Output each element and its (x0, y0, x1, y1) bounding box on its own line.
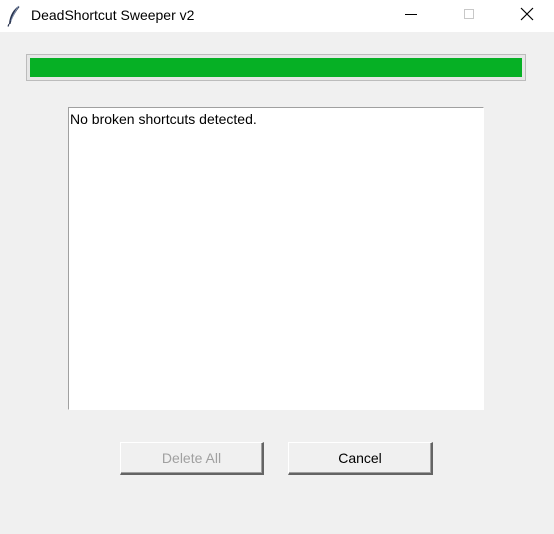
cancel-button[interactable]: Cancel (288, 442, 433, 475)
title-bar[interactable]: DeadShortcut Sweeper v2 (0, 0, 554, 32)
close-icon (520, 7, 534, 26)
app-window: DeadShortcut Sweeper v2 No broken shortc… (0, 0, 554, 534)
results-listbox[interactable]: No broken shortcuts detected. (68, 107, 484, 410)
list-item[interactable]: No broken shortcuts detected. (70, 111, 257, 127)
progress-fill (30, 58, 522, 77)
close-button[interactable] (504, 0, 550, 32)
minimize-icon (405, 7, 417, 25)
feather-icon (6, 5, 22, 27)
minimize-button[interactable] (388, 0, 434, 32)
maximize-icon (463, 7, 475, 25)
scan-progress-bar (26, 54, 526, 81)
window-title: DeadShortcut Sweeper v2 (31, 7, 195, 23)
maximize-button[interactable] (446, 0, 492, 32)
delete-all-button[interactable]: Delete All (120, 442, 264, 475)
